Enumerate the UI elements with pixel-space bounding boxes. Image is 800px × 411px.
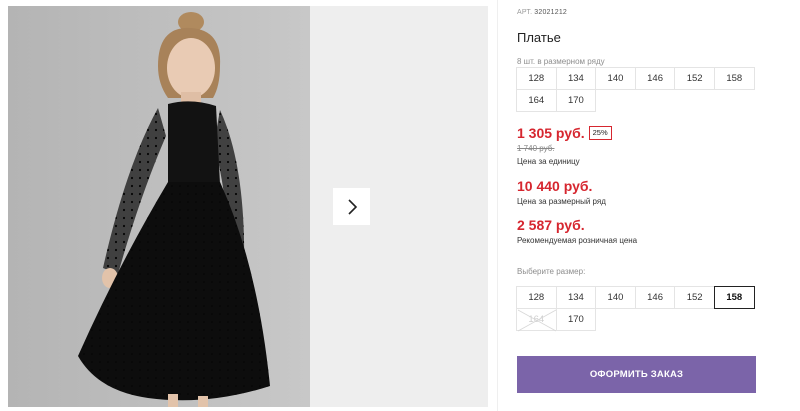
size-picker: 128 134 140 146 152 158 164 170 bbox=[516, 286, 761, 332]
size-option-146[interactable]: 146 bbox=[634, 286, 676, 309]
size-option-152[interactable]: 152 bbox=[674, 286, 715, 309]
retail-price: 2 587 руб. bbox=[517, 217, 585, 233]
series-size-cell: 152 bbox=[674, 67, 715, 90]
series-size-cell: 158 bbox=[713, 67, 755, 90]
chevron-right-icon bbox=[347, 198, 357, 215]
dress-photo-illustration bbox=[8, 6, 310, 407]
series-size-cell: 128 bbox=[516, 67, 557, 90]
series-size-cell: 140 bbox=[595, 67, 636, 90]
series-size-cell: 164 bbox=[516, 89, 557, 112]
series-price-caption: Цена за размерный ряд bbox=[517, 197, 606, 206]
series-count-note: 8 шт. в размерном ряду bbox=[517, 57, 605, 66]
unit-price-caption: Цена за единицу bbox=[517, 157, 580, 166]
size-option-170[interactable]: 170 bbox=[555, 308, 597, 331]
discount-badge: 25% bbox=[588, 126, 612, 140]
size-picker-label: Выберите размер: bbox=[517, 267, 586, 276]
series-size-cell: 146 bbox=[634, 67, 676, 90]
article-label: АРТ. bbox=[517, 9, 533, 16]
unavailable-strike-icon bbox=[517, 309, 557, 332]
size-option-158[interactable]: 158 bbox=[713, 286, 755, 309]
size-option-128[interactable]: 128 bbox=[516, 286, 557, 309]
product-photo[interactable] bbox=[8, 6, 310, 407]
old-price: 1 740 руб. bbox=[517, 144, 555, 153]
article-number: АРТ. 32021212 bbox=[517, 9, 567, 16]
unit-price-value: 1 305 руб. bbox=[517, 125, 585, 141]
size-option-164-unavailable: 164 bbox=[516, 308, 557, 332]
article-value: 32021212 bbox=[534, 9, 568, 16]
place-order-button[interactable]: ОФОРМИТЬ ЗАКАЗ bbox=[517, 356, 756, 393]
series-size-cell: 134 bbox=[555, 67, 597, 90]
retail-price-caption: Рекомендуемая розничная цена bbox=[517, 236, 638, 245]
series-size-cell: 170 bbox=[555, 89, 597, 112]
gallery-next-button[interactable] bbox=[333, 188, 370, 225]
series-size-grid: 128 134 140 146 152 158 164 170 bbox=[516, 67, 761, 112]
product-gallery bbox=[8, 6, 488, 407]
column-divider bbox=[497, 0, 498, 411]
unit-price: 1 305 руб. 25% bbox=[517, 125, 612, 141]
series-price: 10 440 руб. bbox=[517, 178, 593, 194]
size-option-140[interactable]: 140 bbox=[595, 286, 636, 309]
product-title: Платье bbox=[517, 30, 561, 45]
size-option-134[interactable]: 134 bbox=[555, 286, 597, 309]
